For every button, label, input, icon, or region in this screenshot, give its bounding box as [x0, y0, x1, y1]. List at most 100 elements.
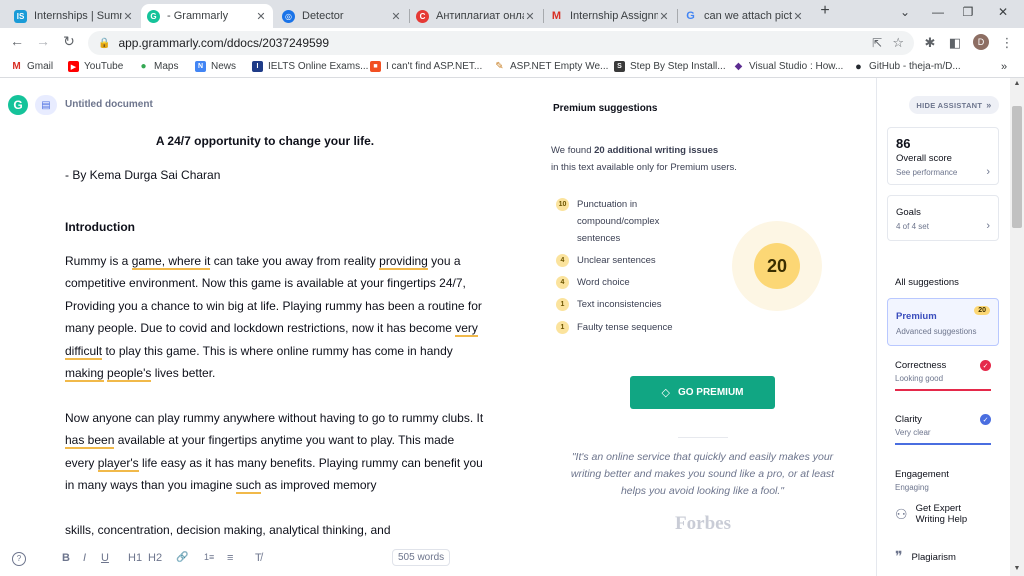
suggestion-underline[interactable]: making — [65, 366, 104, 382]
bookmark-aspnet-empty[interactable]: ✎ ASP.NET Empty We... — [494, 61, 608, 72]
document-heading: A 24/7 opportunity to change your life. — [155, 134, 375, 148]
tab-detector[interactable]: ◎ Detector ✕ — [276, 4, 408, 28]
expert-help-link[interactable]: ⚇ Get Expert Writing Help — [895, 503, 991, 525]
side-panel-icon[interactable]: ◧ — [946, 35, 964, 51]
close-tab-icon[interactable]: ✕ — [255, 10, 267, 23]
more-bookmarks-icon[interactable]: » — [1001, 61, 1007, 73]
underline-button[interactable]: U — [101, 552, 109, 564]
byline: - By Kema Durga Sai Charan — [65, 167, 221, 182]
close-tab-icon[interactable]: ✕ — [390, 10, 402, 23]
google-favicon-icon: G — [686, 10, 695, 22]
profile-avatar[interactable]: D — [972, 33, 990, 50]
url-text: app.grammarly.com/ddocs/2037249599 — [118, 36, 330, 50]
tab-search-icon[interactable]: ⌄ — [895, 5, 915, 19]
bookmark-maps[interactable]: ● Maps — [138, 61, 178, 72]
clear-format-icon[interactable]: T̸ — [255, 552, 262, 564]
github-icon: ● — [855, 60, 862, 73]
tab-title: - Grammarly — [167, 10, 229, 22]
bookmark-github[interactable]: ● GitHub - theja-m/D... — [853, 60, 961, 73]
goals-card[interactable]: Goals 4 of 4 set › — [887, 195, 999, 241]
tab-google-search[interactable]: G can we attach pictu ✕ — [678, 4, 810, 28]
italic-button[interactable]: I — [83, 552, 86, 564]
suggestion-underline[interactable]: people's — [107, 366, 152, 382]
suggestion-underline[interactable]: player's — [97, 455, 139, 472]
clarity-bar — [895, 443, 991, 445]
text-editor[interactable]: A 24/7 opportunity to change your life. … — [65, 130, 485, 540]
expert-person-icon: ⚇ — [895, 505, 908, 522]
clarity-category[interactable]: Clarity Very clear ✓ — [895, 414, 991, 445]
bookmark-ielts[interactable]: I IELTS Online Exams... — [252, 61, 368, 72]
engagement-category[interactable]: Engagement Engaging — [895, 469, 991, 492]
address-bar[interactable]: 🔒 app.grammarly.com/ddocs/2037249599 ⇱ ☆ — [88, 31, 914, 55]
heading1-button[interactable]: H1 — [128, 552, 142, 564]
premium-suggestions-card[interactable]: Premium Advanced suggestions 20 — [887, 298, 999, 346]
scroll-down-icon[interactable]: ▼ — [1010, 565, 1024, 572]
issue-punctuation: 10 Punctuation in compound/complex senten… — [556, 196, 706, 247]
tab-internships[interactable]: IS Internships | Summ ✕ — [8, 4, 140, 28]
overall-score-card[interactable]: 86 Overall score See performance › — [887, 127, 999, 185]
heading2-button[interactable]: H2 — [148, 552, 162, 564]
hide-assistant-button[interactable]: HIDE ASSISTANT» — [909, 96, 999, 114]
help-icon[interactable]: ? — [12, 552, 26, 566]
reload-icon[interactable]: ↻ — [59, 33, 79, 50]
word-count[interactable]: 505 words — [392, 549, 451, 566]
issue-count-badge: 1 — [556, 298, 569, 311]
bookmark-news[interactable]: N News — [195, 61, 236, 72]
close-tab-icon[interactable]: ✕ — [122, 10, 134, 23]
issue-tense: 1 Faulty tense sequence — [556, 319, 673, 336]
scrollbar-thumb[interactable] — [1012, 106, 1022, 228]
bookmark-step-by-step[interactable]: S Step By Step Install... — [614, 61, 726, 72]
document-menu-icon[interactable]: ▤ — [35, 95, 57, 115]
restore-icon[interactable]: ❐ — [958, 5, 978, 19]
premium-count-badge: 20 — [974, 306, 990, 315]
close-tab-icon[interactable]: ✕ — [792, 10, 804, 23]
suggestion-underline[interactable]: has been — [65, 433, 115, 449]
clarity-check-icon: ✓ — [980, 414, 991, 425]
document-title[interactable]: Untitled document — [65, 99, 153, 110]
plagiarism-link[interactable]: ❞ Plagiarism — [895, 549, 991, 565]
bookmark-youtube[interactable]: ▶ YouTube — [68, 61, 123, 72]
suggestion-underline[interactable]: providing — [379, 253, 428, 270]
bookmark-star-icon[interactable]: ☆ — [892, 35, 904, 51]
tab-antiplagiat[interactable]: C Антиплагиат онлай ✕ — [410, 4, 542, 28]
youtube-icon: ▶ — [68, 61, 79, 72]
close-tab-icon[interactable]: ✕ — [658, 10, 670, 23]
microsoft-icon: ■ — [370, 61, 381, 72]
tab-grammarly[interactable]: G - Grammarly ✕ — [141, 4, 273, 28]
grammarly-header: G ▤ — [8, 95, 57, 115]
testimonial-quote: "It's an online service that quickly and… — [570, 451, 835, 497]
go-premium-button[interactable]: ◇ GO PREMIUM — [630, 376, 775, 409]
back-icon[interactable]: ← — [7, 33, 27, 49]
link-icon[interactable]: 🔗 — [176, 552, 188, 563]
bookmark-visual-studio[interactable]: ◆ Visual Studio : How... — [733, 61, 844, 72]
suggestion-underline[interactable]: game, where it — [131, 253, 211, 270]
bookmark-aspnet-find[interactable]: ■ I can't find ASP.NET... — [370, 61, 482, 72]
grammarly-logo-icon[interactable]: G — [8, 95, 28, 115]
tab-internship-assignment[interactable]: M Internship Assignm ✕ — [544, 4, 676, 28]
share-icon[interactable]: ⇱ — [872, 36, 882, 50]
forward-icon[interactable]: → — [33, 33, 53, 49]
see-performance-link[interactable]: See performance — [896, 168, 957, 177]
gmail-icon: M — [12, 61, 21, 72]
correctness-category[interactable]: Correctness Looking good ✓ — [895, 360, 991, 391]
quote-marks-icon: ❞ — [895, 549, 903, 565]
paragraph-3: skills, concentration, decision making, … — [65, 522, 391, 537]
detector-favicon-icon: ◎ — [282, 9, 295, 23]
correctness-bar — [895, 389, 991, 391]
scroll-up-icon[interactable]: ▲ — [1010, 80, 1024, 87]
bold-button[interactable]: B — [62, 552, 70, 564]
new-tab-button[interactable]: + — [815, 2, 835, 20]
ordered-list-icon[interactable]: 1≡ — [204, 552, 214, 562]
extensions-icon[interactable]: ✱ — [921, 35, 939, 51]
close-tab-icon[interactable]: ✕ — [524, 10, 536, 23]
suggestion-underline[interactable]: such — [235, 478, 262, 494]
chevron-right-icon: › — [986, 220, 990, 232]
bookmark-gmail[interactable]: M Gmail — [11, 61, 53, 72]
bullet-list-icon[interactable]: ≡ — [227, 552, 233, 564]
menu-kebab-icon[interactable]: ⋮ — [998, 35, 1016, 51]
all-suggestions-link[interactable]: All suggestions — [895, 277, 991, 288]
goals-status: 4 of 4 set — [896, 222, 929, 231]
quote-divider — [678, 437, 728, 438]
minimize-icon[interactable]: — — [928, 5, 948, 19]
close-window-icon[interactable]: ✕ — [993, 5, 1013, 19]
